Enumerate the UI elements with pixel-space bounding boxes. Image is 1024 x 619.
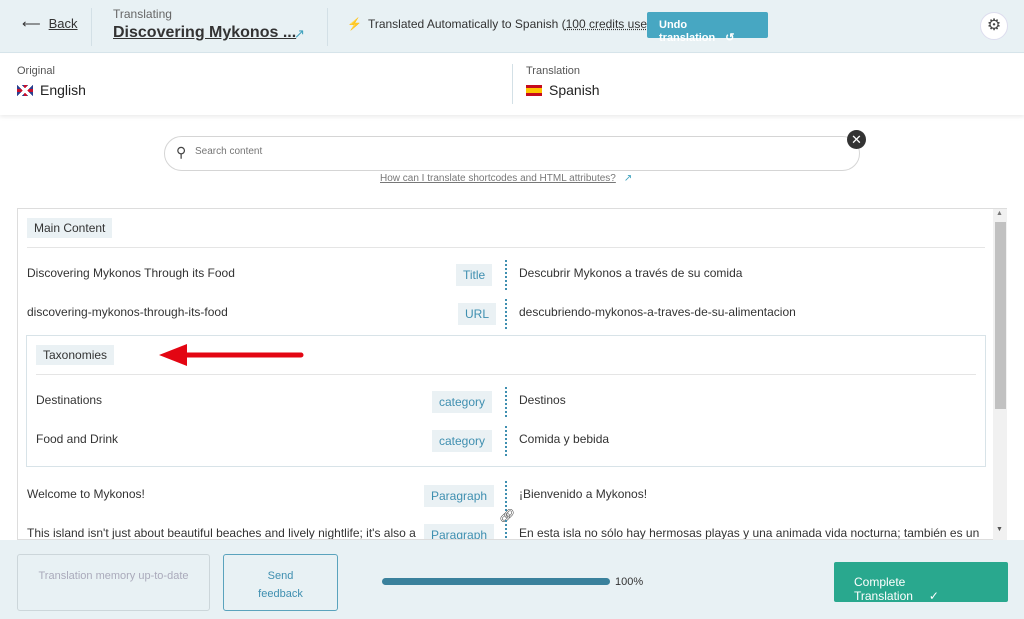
divider: [505, 387, 507, 417]
gear-icon[interactable]: ⚙: [980, 12, 1008, 40]
translation-text[interactable]: descubriendo-mykonos-a-traves-de-su-alim…: [519, 305, 796, 319]
external-link-icon[interactable]: ↗: [294, 26, 305, 42]
divider: [327, 8, 328, 46]
search-box[interactable]: ⚲: [164, 136, 860, 171]
check-icon: ✓: [928, 589, 939, 603]
divider: [505, 481, 507, 511]
divider: [91, 8, 92, 46]
help-link[interactable]: How can I translate shortcodes and HTML …: [380, 173, 632, 184]
translation-text[interactable]: Comida y bebida: [519, 432, 609, 446]
undo-translation-button[interactable]: Undo translation ↺: [647, 12, 768, 44]
source-text[interactable]: discovering-mykonos-through-its-food: [27, 305, 228, 319]
language-bar: Original English Translation Spanish: [0, 54, 1024, 115]
source-text[interactable]: Food and Drink: [36, 432, 118, 446]
divider: [505, 260, 507, 290]
type-badge: URL: [458, 303, 497, 325]
progress-percent: 100%: [615, 576, 644, 588]
scroll-up-icon[interactable]: ▲: [996, 210, 1003, 217]
divider: [512, 64, 513, 104]
lightning-icon: ⚡: [347, 17, 362, 31]
scrollbar-thumb[interactable]: [995, 222, 1006, 409]
translation-text[interactable]: Descubrir Mykonos a través de su comida: [519, 266, 742, 280]
translation-memory-button[interactable]: Translation memory up-to-date: [17, 554, 210, 611]
arrow-left-icon: ⟵: [22, 16, 41, 31]
search-input[interactable]: [195, 146, 795, 157]
top-header: ⟵ Back Translating Discovering Mykonos ..…: [0, 0, 1024, 53]
taxonomies-group: Taxonomies Destinations category Destino…: [26, 335, 986, 467]
translation-text[interactable]: Destinos: [519, 393, 566, 407]
translation-language: Translation Spanish: [526, 65, 600, 98]
type-badge: Paragraph: [424, 524, 495, 539]
type-badge: category: [432, 430, 493, 452]
source-text[interactable]: Welcome to Mykonos!: [27, 487, 145, 501]
section-taxonomies: Taxonomies: [36, 345, 115, 365]
send-feedback-button[interactable]: Send feedback: [223, 554, 338, 611]
source-text[interactable]: This island isn't just about beautiful b…: [27, 526, 416, 539]
source-text[interactable]: Destinations: [36, 393, 102, 407]
type-badge: category: [432, 391, 493, 413]
back-button[interactable]: ⟵ Back: [22, 16, 78, 32]
external-link-icon: ↗: [623, 173, 633, 184]
progress-fill: [382, 578, 610, 585]
translation-text[interactable]: En esta isla no sólo hay hermosas playas…: [519, 526, 979, 539]
content-list: Main Content Discovering Mykonos Through…: [17, 208, 1007, 540]
divider: [36, 374, 976, 375]
original-language: Original English: [17, 65, 86, 98]
divider: [505, 299, 507, 329]
uk-flag-icon: [17, 85, 33, 96]
divider: [505, 426, 507, 456]
progress-bar: [382, 578, 610, 585]
section-main-content: Main Content: [27, 218, 113, 238]
type-badge: Title: [456, 264, 493, 286]
divider: [27, 247, 985, 248]
translation-text[interactable]: ¡Bienvenido a Mykonos!: [519, 487, 647, 501]
search-icon: ⚲: [176, 144, 187, 160]
credits-used: 100 credits used: [565, 17, 654, 31]
post-title-link[interactable]: Discovering Mykonos ...: [113, 24, 296, 42]
divider: [505, 520, 507, 539]
scroll-down-icon[interactable]: ▼: [996, 526, 1003, 533]
translating-label: Translating: [113, 7, 172, 21]
link-icon[interactable]: 🔗︎: [499, 508, 516, 524]
close-icon[interactable]: ✕: [847, 130, 866, 149]
undo-icon: ↺: [725, 32, 735, 44]
spain-flag-icon: [526, 85, 542, 96]
auto-translate-status: ⚡ Translated Automatically to Spanish (10…: [347, 17, 658, 31]
source-text[interactable]: Discovering Mykonos Through its Food: [27, 266, 235, 280]
annotation-arrow-icon: [159, 344, 304, 366]
type-badge: Paragraph: [424, 485, 495, 507]
complete-translation-button[interactable]: Complete Translation ✓: [834, 562, 1008, 603]
